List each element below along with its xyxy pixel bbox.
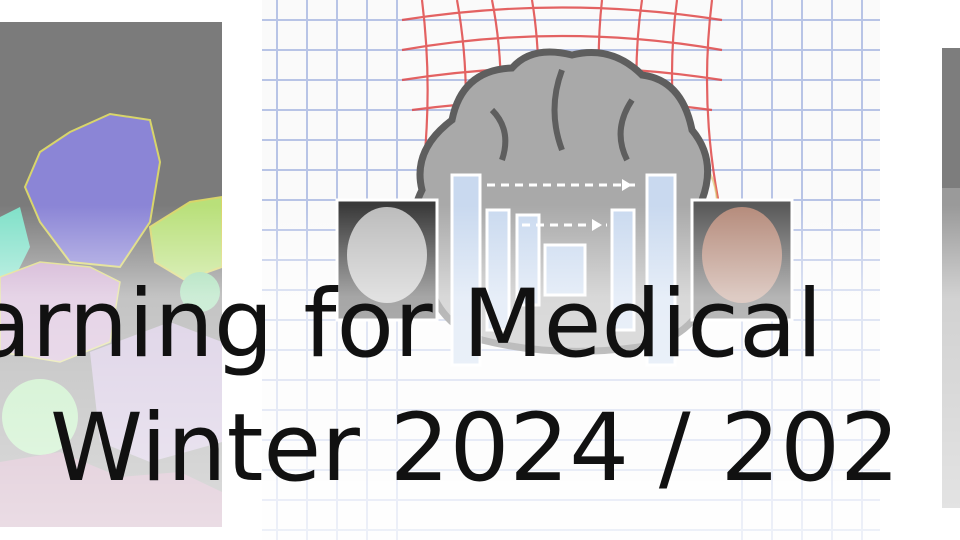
partial-medical-image — [942, 48, 960, 508]
banner-title-line2: Winter 2024 / 202 — [50, 394, 900, 503]
banner-title-line1: arning for Medical — [0, 270, 823, 379]
